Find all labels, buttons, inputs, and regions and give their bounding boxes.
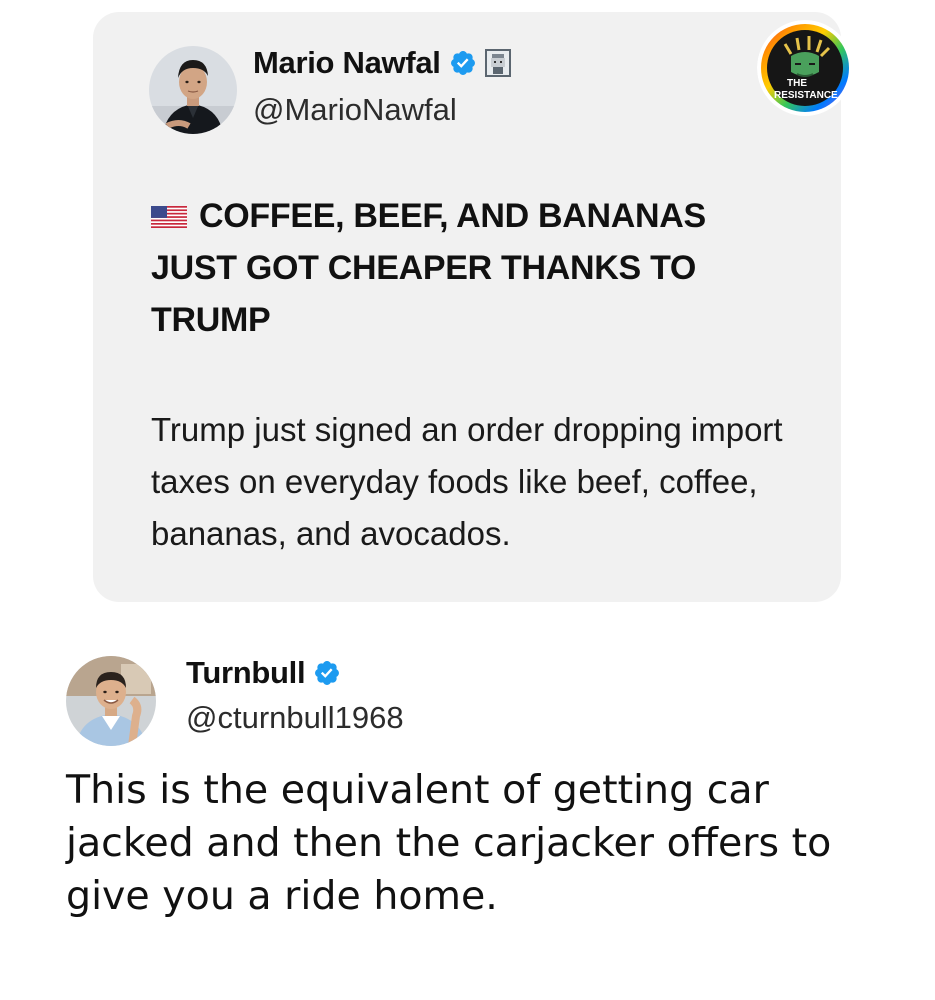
the-resistance-logo: THE RESISTANCE: [757, 20, 853, 116]
quoted-author-name-row: Mario Nawfal: [253, 45, 511, 81]
watermark-line2: RESISTANCE: [774, 90, 838, 101]
us-flag-icon: [151, 191, 187, 228]
quoted-post-body: Trump just signed an order dropping impo…: [151, 411, 783, 552]
quoted-post-headline: COFFEE, BEEF, AND BANANAS JUST GOT CHEAP…: [151, 190, 791, 346]
verified-badge-icon: [313, 659, 341, 687]
reply-post-text: This is the equivalent of getting car ja…: [66, 767, 832, 919]
quoted-author-name[interactable]: Mario Nawfal: [253, 45, 441, 81]
quoted-author-handle[interactable]: @MarioNawfal: [253, 92, 457, 128]
reply-author-name[interactable]: Turnbull: [186, 655, 306, 691]
verified-badge-icon: [449, 49, 477, 77]
watermark-line1: THE: [787, 78, 807, 89]
quoted-post-card[interactable]: Mario Nawfal @MarioNawfal THE RESISTANCE…: [93, 12, 853, 602]
reply-author-handle[interactable]: @cturnbull1968: [186, 700, 404, 736]
turnbull-avatar[interactable]: [66, 656, 156, 746]
pixel-art-badge-icon: [484, 49, 511, 77]
reply-author-name-row: Turnbull: [186, 655, 341, 691]
quoted-headline-text: COFFEE, BEEF, AND BANANAS JUST GOT CHEAP…: [151, 197, 706, 339]
mario-nawfal-avatar[interactable]: [149, 46, 237, 134]
